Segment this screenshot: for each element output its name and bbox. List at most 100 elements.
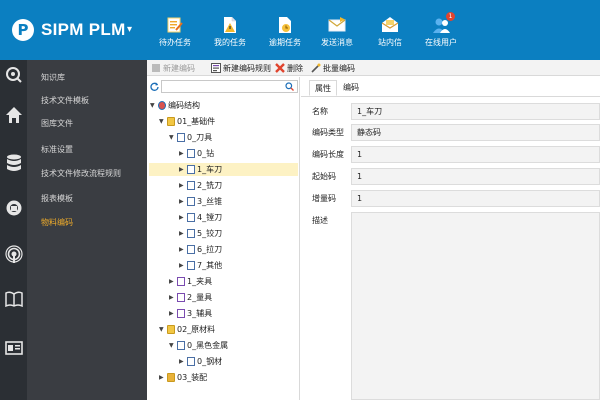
collapse-arrow-icon[interactable]: ▶	[169, 310, 176, 317]
collapse-arrow-icon[interactable]: ▶	[179, 150, 186, 157]
nav-item-drawing-library[interactable]: 图库文件	[41, 118, 73, 129]
code-length-field[interactable]: 1	[351, 146, 600, 163]
tree-node-label: 03_装配	[177, 373, 208, 382]
collapse-arrow-icon[interactable]: ▶	[179, 358, 186, 365]
tree-node-label: 3_丝锥	[197, 197, 223, 206]
tree-node-raw-materials[interactable]: ▼ 02_原材料	[159, 323, 215, 336]
nav-item-knowledge-base[interactable]: 知识库	[41, 72, 65, 83]
code-node-icon	[187, 213, 195, 222]
send-message-button[interactable]: 发送消息	[312, 16, 362, 56]
app-logo[interactable]: P	[12, 19, 34, 41]
code-node-icon	[187, 245, 195, 254]
new-code-icon	[151, 63, 161, 73]
folder-icon	[167, 325, 175, 334]
code-type-label: 编码类型	[312, 128, 344, 137]
tree-node-fixtures[interactable]: ▶ 1_夹具	[169, 275, 212, 288]
new-rule-icon	[211, 63, 221, 73]
delete-button[interactable]: 删除	[275, 61, 303, 75]
overdue-task-clock-icon	[276, 16, 294, 34]
tree-node-leaf[interactable]: ▶ 2_铣刀	[179, 179, 222, 192]
tree-node-leaf[interactable]: ▶ 7_其他	[179, 259, 222, 272]
overdue-tasks-button[interactable]: 逾期任务	[260, 16, 310, 56]
online-users-button[interactable]: 1 在线用户	[416, 12, 466, 56]
send-message-label: 发送消息	[321, 38, 353, 47]
code-node-icon	[187, 197, 195, 206]
nav-item-doc-change-rules[interactable]: 技术文件修改流程规则	[41, 168, 121, 179]
search-icon[interactable]	[285, 82, 294, 94]
new-code-rule-button[interactable]: 新建编码规则	[211, 61, 271, 75]
search-settings-icon[interactable]	[3, 64, 24, 85]
new-code-button[interactable]: 新建编码	[151, 61, 195, 75]
collapse-arrow-icon[interactable]: ▶	[169, 294, 176, 301]
tree-node-leaf[interactable]: ▶ 5_铰刀	[179, 227, 222, 240]
expand-arrow-icon[interactable]: ▼	[169, 134, 176, 141]
module-icon-strip	[0, 60, 27, 400]
batch-code-button[interactable]: 批量编码	[311, 61, 355, 75]
collapse-arrow-icon[interactable]: ▶	[179, 230, 186, 237]
expand-arrow-icon[interactable]: ▼	[159, 326, 166, 333]
my-tasks-button[interactable]: 我的任务	[205, 16, 255, 56]
collapse-arrow-icon[interactable]: ▶	[169, 278, 176, 285]
id-card-icon[interactable]	[3, 337, 24, 358]
tab-coding[interactable]: 编码	[338, 80, 364, 96]
name-field[interactable]: 1_车刀	[351, 103, 600, 120]
collapse-arrow-icon[interactable]: ▶	[179, 182, 186, 189]
nav-item-report-template[interactable]: 报表模板	[41, 193, 73, 204]
refresh-icon[interactable]	[150, 82, 159, 94]
tree-search-input[interactable]	[161, 80, 298, 93]
tree-node-gauges[interactable]: ▶ 2_量具	[169, 291, 212, 304]
code-node-icon	[177, 277, 185, 286]
collapse-arrow-icon[interactable]: ▶	[179, 198, 186, 205]
inbox-button[interactable]: 站内信	[365, 16, 415, 56]
collapse-arrow-icon[interactable]: ▶	[179, 262, 186, 269]
collapse-arrow-icon[interactable]: ▶	[179, 246, 186, 253]
code-node-icon	[187, 357, 195, 366]
home-icon[interactable]	[3, 104, 24, 125]
tree-node-cutting-tools[interactable]: ▼ 0_刀具	[169, 131, 212, 144]
tree-node-aux-tools[interactable]: ▶ 3_辅具	[169, 307, 212, 320]
increment-label: 增量码	[312, 194, 336, 203]
tree-node-label: 0_钻	[197, 149, 215, 158]
expand-arrow-icon[interactable]: ▼	[169, 342, 176, 349]
code-length-label: 编码长度	[312, 150, 344, 159]
tree-node-basic-parts[interactable]: ▼ 01_基础件	[159, 115, 215, 128]
tab-properties[interactable]: 属性	[309, 80, 337, 96]
description-field[interactable]	[351, 212, 600, 400]
support-icon[interactable]	[3, 197, 24, 218]
tree-node-label: 02_原材料	[177, 325, 216, 334]
tree-node-root[interactable]: ▼ 编码结构	[150, 99, 200, 112]
tree-node-selected[interactable]: ▶ 1_车刀	[149, 163, 298, 176]
tree-node-assembly[interactable]: ▶ 03_装配	[159, 371, 207, 384]
collapse-arrow-icon[interactable]: ▶	[179, 166, 186, 173]
nav-item-standard-settings[interactable]: 标准设置	[41, 144, 73, 155]
broadcast-icon[interactable]	[3, 243, 24, 264]
code-node-icon	[177, 133, 185, 142]
expand-arrow-icon[interactable]: ▼	[150, 102, 157, 109]
tree-node-label: 7_其他	[197, 261, 223, 270]
tree-node-leaf[interactable]: ▶ 0_钻	[179, 147, 214, 160]
database-icon[interactable]	[3, 152, 24, 173]
todo-tasks-button[interactable]: 待办任务	[150, 16, 200, 56]
code-type-field[interactable]: 静态码	[351, 124, 600, 141]
tree-node-label: 0_刀具	[187, 133, 213, 142]
collapse-arrow-icon[interactable]: ▶	[179, 214, 186, 221]
tree-node-ferrous-metal[interactable]: ▼ 0_黑色金属	[169, 339, 228, 352]
expand-arrow-icon[interactable]: ▼	[159, 118, 166, 125]
tree-node-label: 5_铰刀	[197, 229, 223, 238]
nav-panel: 知识库 技术文件模板 图库文件 标准设置 技术文件修改流程规则 报表模板 物料编…	[27, 60, 147, 400]
tree-node-leaf[interactable]: ▶ 3_丝锥	[179, 195, 222, 208]
start-code-field[interactable]: 1	[351, 168, 600, 185]
collapse-arrow-icon[interactable]: ▶	[159, 374, 166, 381]
tree-node-label: 1_夹具	[187, 277, 213, 286]
nav-item-tech-doc-template[interactable]: 技术文件模板	[41, 95, 89, 106]
app-title[interactable]: SIPM PLM	[41, 20, 126, 40]
tree-node-leaf[interactable]: ▶ 6_拉刀	[179, 243, 222, 256]
delete-x-icon	[275, 63, 285, 73]
tree-node-leaf[interactable]: ▶ 4_镗刀	[179, 211, 222, 224]
book-icon[interactable]	[3, 288, 24, 309]
app-menu-caret-icon[interactable]: ▾	[127, 24, 132, 35]
root-node-icon	[158, 101, 166, 110]
tree-node-leaf[interactable]: ▶ 0_钢材	[179, 355, 222, 368]
nav-item-material-coding[interactable]: 物料编码	[41, 217, 73, 228]
increment-field[interactable]: 1	[351, 190, 600, 207]
